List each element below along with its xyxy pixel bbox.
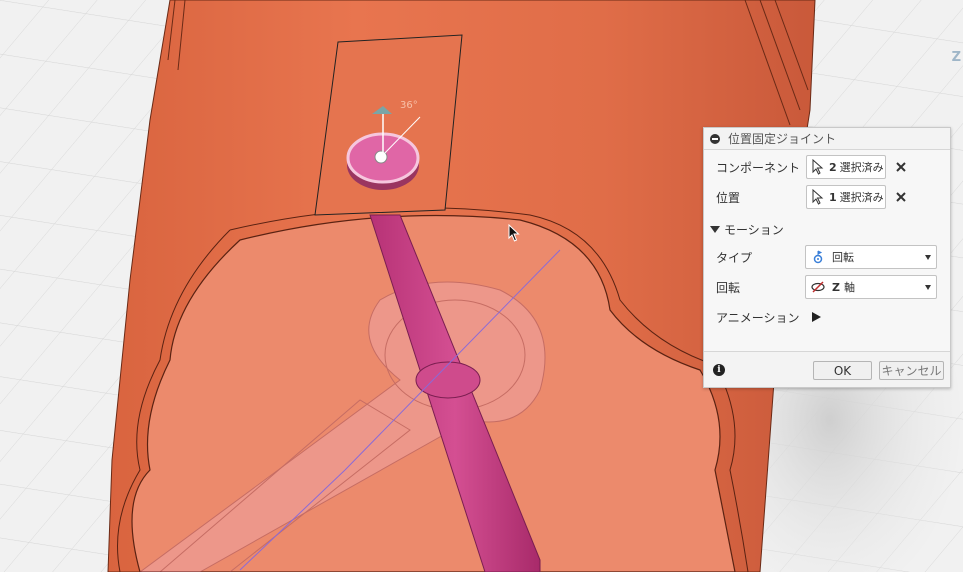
cancel-button[interactable]: キャンセル <box>879 361 944 380</box>
animation-row: アニメーション <box>704 304 950 330</box>
viewcube-axis-label[interactable]: Z <box>952 50 961 65</box>
rotation-axis-dropdown[interactable]: Z 軸 <box>805 275 937 299</box>
position-row: 位置 1 選択済み <box>704 184 950 210</box>
mouse-pointer-icon <box>508 224 520 242</box>
animation-label: アニメーション <box>716 310 800 325</box>
clear-component-icon[interactable] <box>895 161 907 173</box>
rotation-label: 回転 <box>716 280 741 295</box>
rotation-axis-value: 軸 <box>843 281 855 294</box>
ok-button[interactable]: OK <box>813 361 872 380</box>
dialog-title: 位置固定ジョイント <box>728 132 837 146</box>
position-count: 1 <box>829 190 837 204</box>
cursor-select-icon <box>812 189 824 205</box>
angle-annotation: 36° <box>400 100 418 111</box>
dialog-footer: i OK キャンセル <box>704 351 950 387</box>
motion-section-label: モーション <box>724 223 784 237</box>
type-dropdown[interactable]: 回転 <box>805 245 937 269</box>
component-count: 2 <box>829 160 837 174</box>
position-select-button[interactable]: 1 選択済み <box>806 185 886 209</box>
chevron-down-icon <box>925 255 931 260</box>
motion-section-toggle[interactable]: モーション <box>710 221 784 238</box>
pin-collar <box>415 361 481 399</box>
rotation-axis-value-bold: Z <box>832 280 840 294</box>
position-selected-text: 選択済み <box>839 191 884 204</box>
rigid-joint-dialog: 位置固定ジョイント コンポーネント 2 選択済み 位置 1 選択済み モーション… <box>703 127 951 388</box>
type-value: 回転 <box>832 251 854 264</box>
type-row: タイプ 回転 <box>704 244 950 270</box>
revolute-joint-icon <box>813 250 823 264</box>
axis-rotation-icon <box>811 281 825 293</box>
component-row: コンポーネント 2 選択済み <box>704 154 950 180</box>
cursor-select-icon <box>812 159 824 175</box>
component-select-button[interactable]: 2 選択済み <box>806 155 886 179</box>
rotation-row: 回転 Z 軸 <box>704 274 950 300</box>
expand-triangle-icon <box>710 226 720 233</box>
chevron-down-icon <box>925 285 931 290</box>
clear-position-icon[interactable] <box>895 191 907 203</box>
type-label: タイプ <box>716 250 753 265</box>
dialog-titlebar[interactable]: 位置固定ジョイント <box>704 128 950 150</box>
position-label: 位置 <box>716 190 741 205</box>
info-icon[interactable]: i <box>713 364 725 376</box>
play-animation-icon[interactable] <box>812 312 821 322</box>
component-selected-text: 選択済み <box>839 161 884 174</box>
collapse-icon[interactable] <box>710 133 720 144</box>
component-label: コンポーネント <box>716 160 801 175</box>
